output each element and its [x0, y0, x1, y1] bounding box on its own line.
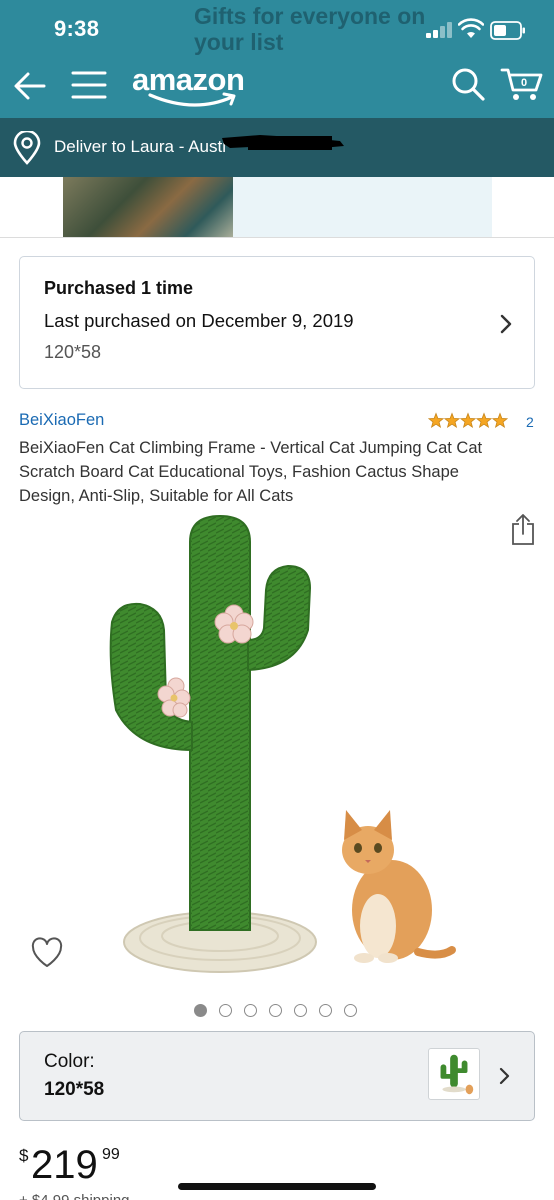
- logo-smile-icon: [148, 92, 236, 107]
- share-icon[interactable]: [510, 512, 536, 546]
- star-icon: [475, 412, 493, 428]
- divider: [0, 237, 554, 238]
- image-carousel-dots[interactable]: [194, 1004, 357, 1018]
- price-fraction: 99: [102, 1146, 120, 1163]
- status-time: 9:38: [54, 16, 100, 41]
- battery-icon: [490, 21, 525, 40]
- svg-text:0: 0: [521, 77, 527, 89]
- color-selector[interactable]: Color: 120*58: [19, 1031, 535, 1121]
- color-label: Color:: [44, 1051, 95, 1072]
- star-icon: [428, 412, 445, 428]
- back-arrow-icon[interactable]: [12, 68, 48, 104]
- chevron-right-icon: [499, 1067, 510, 1085]
- carousel-dot[interactable]: [269, 1004, 282, 1017]
- amazon-logo[interactable]: amazon: [132, 58, 252, 108]
- carousel-dot[interactable]: [194, 1004, 207, 1017]
- rating-stars-icon[interactable]: [428, 412, 508, 430]
- color-swatch[interactable]: [428, 1048, 480, 1100]
- carousel-dot[interactable]: [244, 1004, 257, 1017]
- color-value: 120*58: [44, 1079, 105, 1100]
- carousel-dot[interactable]: [344, 1004, 357, 1017]
- banner-photo: [63, 177, 245, 237]
- banner-text: Gifts for everyone on your list: [194, 3, 426, 55]
- home-indicator[interactable]: [178, 1183, 376, 1190]
- hamburger-menu-icon[interactable]: [70, 66, 108, 104]
- deliver-to-text: Deliver to Laura - Austi: [54, 137, 226, 156]
- carousel-dot[interactable]: [319, 1004, 332, 1017]
- star-icon: [491, 412, 508, 428]
- star-icon: [459, 412, 477, 428]
- product-title: BeiXiaoFen Cat Climbing Frame - Vertical…: [19, 439, 483, 505]
- purchased-variant: 120*58: [44, 342, 102, 362]
- wifi-icon: [458, 18, 484, 38]
- search-icon[interactable]: [450, 66, 486, 102]
- rating-count[interactable]: 2: [526, 414, 534, 430]
- carousel-dot[interactable]: [219, 1004, 232, 1017]
- carousel-dot[interactable]: [294, 1004, 307, 1017]
- cactus-thumbnail-icon: [440, 1054, 474, 1095]
- price-whole: 219: [31, 1143, 98, 1187]
- cart-icon[interactable]: 0: [500, 64, 544, 104]
- last-purchased-date: Last purchased on December 9, 2019: [44, 310, 354, 331]
- redaction-mark: [222, 135, 344, 150]
- purchase-count: Purchased 1 time: [44, 278, 194, 298]
- purchase-history-card[interactable]: Purchased 1 time Last purchased on Decem…: [19, 256, 535, 389]
- brand-link[interactable]: BeiXiaoFen: [19, 411, 104, 430]
- chevron-right-icon: [500, 314, 512, 334]
- product-image[interactable]: [96, 510, 466, 980]
- price-currency: $: [19, 1146, 29, 1165]
- shipping-cost: + $4.99 shipping: [19, 1192, 130, 1200]
- promo-banner[interactable]: [63, 177, 492, 237]
- star-icon: [443, 412, 461, 428]
- heart-icon[interactable]: [30, 937, 64, 969]
- location-pin-icon: [13, 131, 41, 165]
